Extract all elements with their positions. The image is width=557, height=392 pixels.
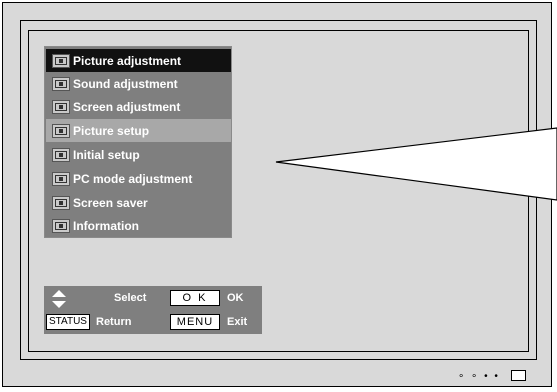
indicator-dots: ∘ ∘ • • <box>458 371 500 382</box>
power-button-icon[interactable] <box>511 370 526 381</box>
callout-pointer <box>275 127 557 201</box>
